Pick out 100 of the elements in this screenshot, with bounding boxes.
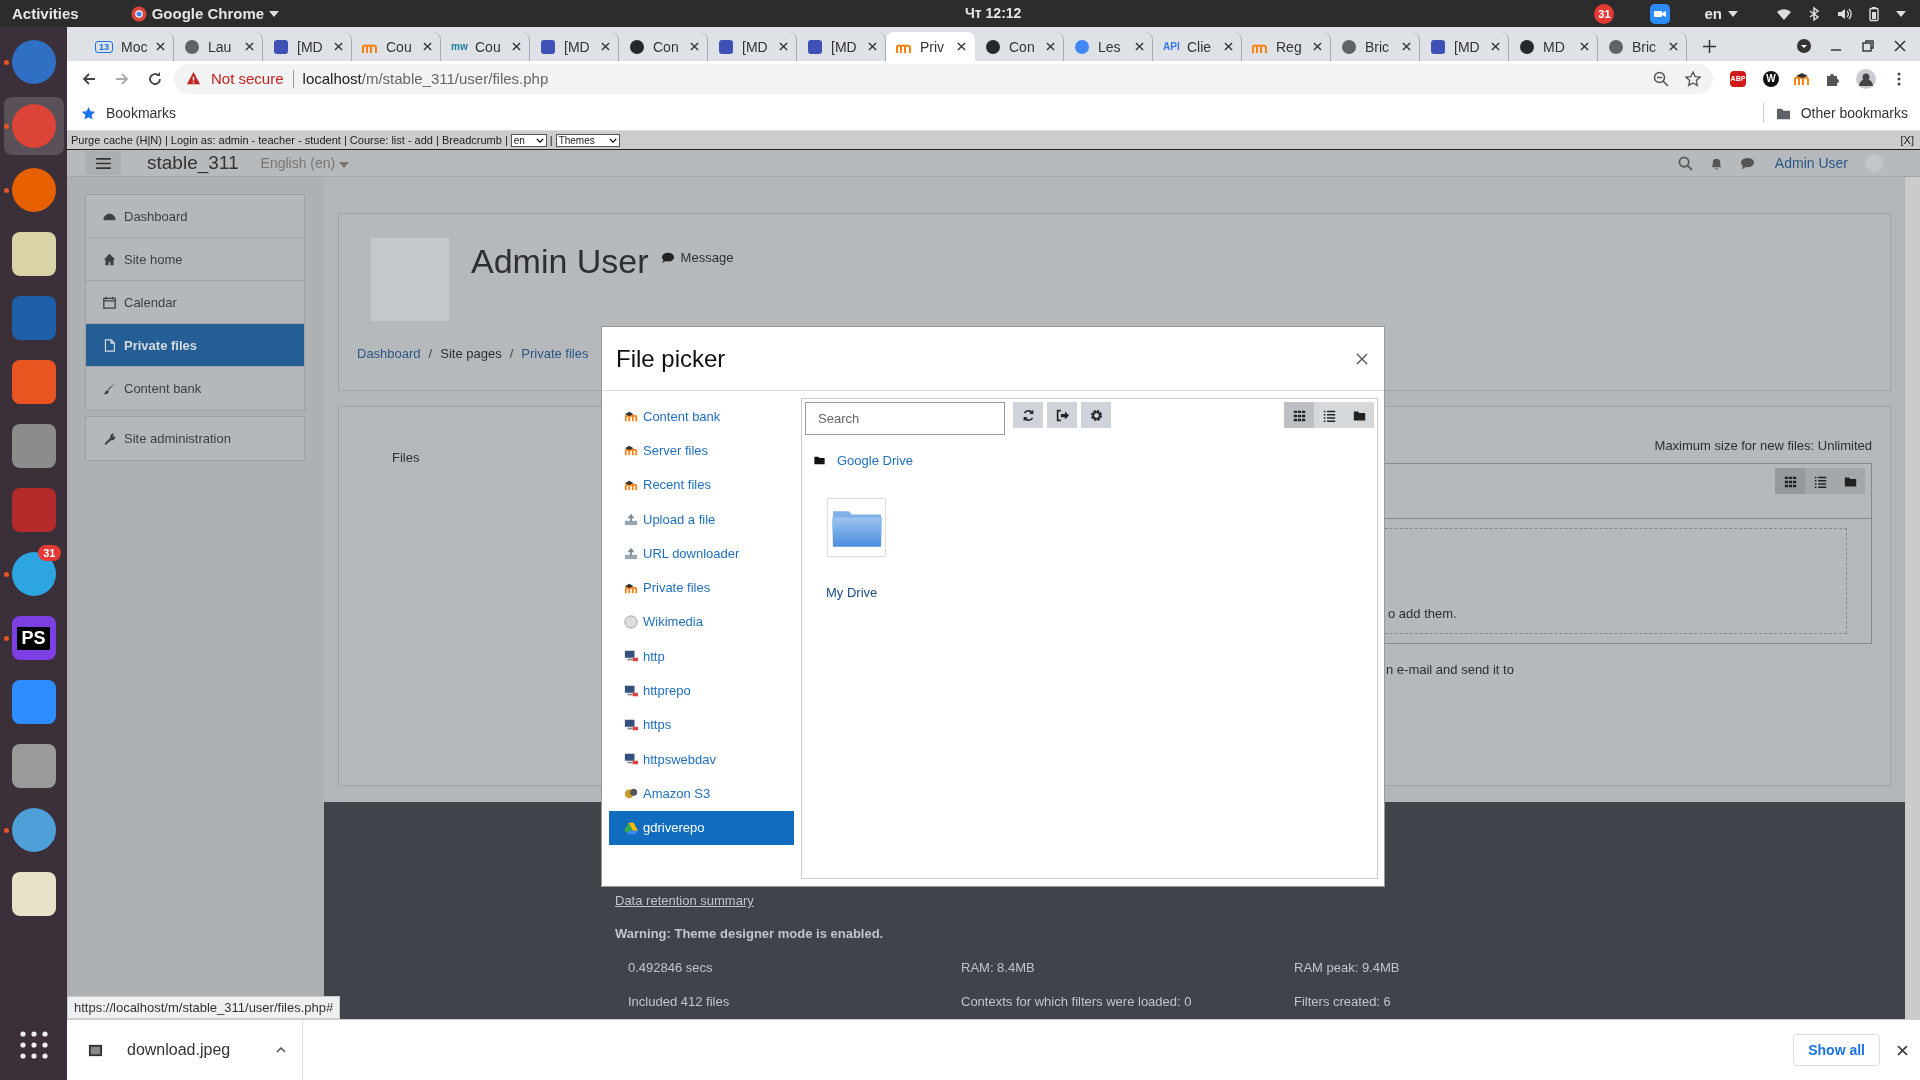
close-tab-icon[interactable] bbox=[245, 42, 254, 51]
repository-item[interactable]: gdriverepo bbox=[609, 810, 794, 845]
search-icon[interactable] bbox=[1677, 155, 1693, 171]
nav-item[interactable]: Site home bbox=[86, 238, 304, 281]
file-tile[interactable]: My Drive bbox=[826, 498, 896, 600]
path-link[interactable]: Google Drive bbox=[837, 453, 913, 468]
close-tab-icon[interactable] bbox=[601, 42, 610, 51]
video-camera-icon[interactable] bbox=[1650, 3, 1671, 24]
dock-app-icon[interactable] bbox=[11, 744, 56, 788]
user-menu[interactable]: Admin User bbox=[1774, 155, 1848, 171]
repository-item[interactable]: Content bank bbox=[609, 399, 794, 434]
nav-item[interactable]: Private files bbox=[86, 324, 304, 367]
browser-tab[interactable]: Lau bbox=[174, 32, 263, 61]
profile-avatar-icon[interactable] bbox=[1856, 68, 1876, 89]
zoom-icon[interactable] bbox=[1653, 70, 1669, 87]
browser-tab[interactable]: Les bbox=[1064, 32, 1153, 61]
security-status[interactable]: Not secure bbox=[211, 70, 284, 87]
close-tab-icon[interactable] bbox=[423, 42, 432, 51]
refresh-button[interactable] bbox=[1013, 402, 1043, 428]
bookmark-star-icon[interactable] bbox=[1685, 70, 1701, 87]
activities-button[interactable]: Activities bbox=[12, 5, 79, 22]
view-button[interactable] bbox=[1284, 402, 1314, 428]
repository-item[interactable]: Upload a file bbox=[609, 501, 794, 537]
site-name[interactable]: stable_311 bbox=[147, 152, 239, 174]
repository-item[interactable]: Private files bbox=[609, 570, 794, 605]
browser-tab[interactable]: API Clie bbox=[1153, 32, 1242, 61]
menu-button[interactable] bbox=[85, 151, 121, 175]
app-grid-icon[interactable] bbox=[18, 1030, 49, 1060]
show-all-button[interactable]: Show all bbox=[1793, 1034, 1880, 1066]
browser-tab[interactable]: Bric bbox=[1331, 32, 1420, 61]
message-link[interactable]: Message bbox=[660, 250, 734, 265]
restore-icon[interactable] bbox=[1860, 38, 1876, 54]
close-tab-icon[interactable] bbox=[779, 42, 788, 51]
chat-bubble-icon[interactable] bbox=[1739, 155, 1755, 171]
breadcrumb-item[interactable]: Dashboard bbox=[357, 346, 421, 361]
browser-tab[interactable]: [MD bbox=[263, 32, 352, 61]
close-tab-icon[interactable] bbox=[334, 42, 343, 51]
system-menu-caret-icon[interactable] bbox=[1896, 10, 1906, 17]
extension-icon[interactable] bbox=[1794, 70, 1810, 87]
browser-tab[interactable]: Con bbox=[619, 32, 708, 61]
browser-tab[interactable]: MD bbox=[1509, 32, 1598, 61]
back-icon[interactable] bbox=[81, 70, 97, 87]
repository-item[interactable]: Amazon S3 bbox=[609, 776, 794, 811]
browser-tab[interactable]: Priv bbox=[886, 32, 975, 61]
browser-tab[interactable]: [MD bbox=[708, 32, 797, 61]
new-tab-icon[interactable] bbox=[1703, 40, 1716, 53]
reload-icon[interactable] bbox=[147, 70, 163, 87]
dock-app-icon[interactable] bbox=[11, 808, 56, 852]
caret-icon[interactable] bbox=[276, 1047, 286, 1053]
close-tab-icon[interactable] bbox=[1224, 42, 1233, 51]
browser-tab[interactable]: Con bbox=[975, 32, 1064, 61]
nav-item[interactable]: Dashboard bbox=[86, 195, 304, 238]
close-icon[interactable] bbox=[1897, 1044, 1908, 1056]
close-tab-icon[interactable] bbox=[1313, 42, 1322, 51]
keyboard-layout-menu[interactable]: en bbox=[1704, 5, 1738, 22]
close-tab-icon[interactable] bbox=[512, 42, 521, 51]
address-bar[interactable]: Not secure localhost/m/stable_311/user/files.php bbox=[174, 63, 1713, 94]
language-select[interactable]: en bbox=[510, 133, 547, 147]
extension-icon[interactable]: W bbox=[1763, 70, 1779, 87]
dock-app-icon[interactable] bbox=[11, 872, 56, 916]
browser-tab[interactable]: mw Cou bbox=[441, 32, 530, 61]
close-tab-icon[interactable] bbox=[1402, 42, 1411, 51]
close-window-icon[interactable] bbox=[1892, 38, 1908, 54]
browser-tab[interactable]: [MD bbox=[797, 32, 886, 61]
clock[interactable]: Чт 12:12 bbox=[965, 5, 1022, 21]
repository-item[interactable]: Server files bbox=[609, 433, 794, 468]
browser-tab[interactable]: Reg bbox=[1242, 32, 1331, 61]
repository-item[interactable]: httprepo bbox=[609, 673, 794, 708]
app-menu[interactable]: Google Chrome bbox=[130, 5, 280, 22]
repository-item[interactable]: https bbox=[609, 707, 794, 742]
repository-item[interactable]: Wikimedia bbox=[609, 604, 794, 640]
calendar-badge[interactable]: 31 bbox=[1594, 3, 1615, 24]
dock-app-icon[interactable]: PS bbox=[11, 616, 56, 660]
dock-app-icon[interactable] bbox=[11, 232, 56, 276]
repository-item[interactable]: Recent files bbox=[609, 467, 794, 502]
nav-item[interactable]: Site administration bbox=[86, 417, 304, 460]
browser-tab[interactable]: [MD bbox=[1420, 32, 1509, 61]
browser-tab[interactable]: [MD bbox=[530, 32, 619, 61]
close-tab-icon[interactable] bbox=[1491, 42, 1500, 51]
breadcrumb-item[interactable]: Private files bbox=[521, 346, 589, 361]
close-tab-icon[interactable] bbox=[690, 42, 699, 51]
browser-tab[interactable]: 13 Moc bbox=[85, 32, 174, 61]
logout-button[interactable] bbox=[1047, 402, 1077, 428]
browser-tab[interactable]: Cou bbox=[352, 32, 441, 61]
close-tab-icon[interactable] bbox=[1669, 42, 1678, 51]
close-tab-icon[interactable] bbox=[1135, 42, 1144, 51]
repository-item[interactable]: http bbox=[609, 639, 794, 674]
download-item[interactable]: download.jpeg bbox=[67, 1020, 303, 1080]
close-tab-icon[interactable] bbox=[957, 42, 966, 51]
bookmarks-folder[interactable]: Bookmarks bbox=[81, 105, 177, 121]
settings-button[interactable] bbox=[1081, 402, 1111, 428]
other-bookmarks-folder[interactable]: Other bookmarks bbox=[1775, 105, 1908, 121]
close-icon[interactable] bbox=[1356, 352, 1368, 365]
theme-select[interactable]: Themes bbox=[555, 133, 620, 147]
data-retention-link[interactable]: Data retention summary bbox=[615, 893, 754, 908]
close-tab-icon[interactable] bbox=[1046, 42, 1055, 51]
browser-tab[interactable]: Bric bbox=[1598, 32, 1687, 61]
view-button[interactable] bbox=[1775, 468, 1805, 494]
nav-item[interactable]: Content bank bbox=[86, 367, 304, 410]
close-toolbar-link[interactable]: [X] bbox=[1900, 134, 1914, 146]
